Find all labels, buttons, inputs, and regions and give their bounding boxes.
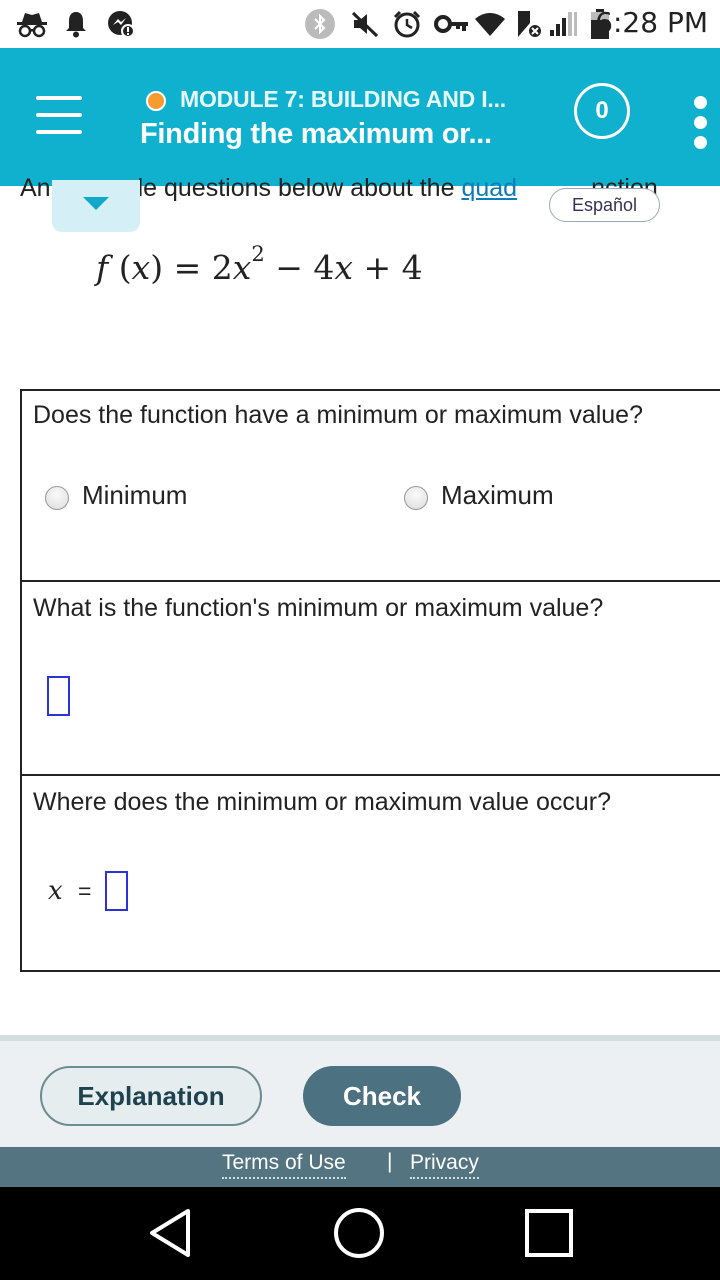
- question-1: Does the function have a minimum or maxi…: [33, 401, 643, 429]
- x-variable-label: x: [48, 876, 63, 906]
- alarm-icon: [392, 10, 422, 38]
- bluetooth-icon: [304, 9, 336, 39]
- home-circle-icon: [334, 1208, 384, 1258]
- menu-button[interactable]: [36, 96, 84, 136]
- app-header: MODULE 7: BUILDING AND I... Finding the …: [0, 48, 720, 186]
- question-3: Where does the minimum or maximum value …: [33, 788, 611, 816]
- minimum-label[interactable]: Minimum: [82, 480, 187, 511]
- page-title[interactable]: Finding the maximum or...: [140, 118, 492, 151]
- notification-bell-icon: [62, 10, 90, 38]
- recents-square-icon: [525, 1209, 573, 1257]
- equals-sign: =: [78, 878, 92, 904]
- legal-separator: |: [387, 1150, 393, 1173]
- status-bar: 6:28 PM: [0, 0, 720, 48]
- function-expression: f (x) = 2x2 − 4x + 4: [96, 242, 423, 287]
- home-button[interactable]: [331, 1205, 387, 1261]
- question-2: What is the function's minimum or maximu…: [33, 594, 604, 622]
- maximum-radio[interactable]: [404, 486, 428, 510]
- system-nav-bar: [0, 1187, 720, 1280]
- value-answer-input[interactable]: [47, 676, 70, 716]
- recents-button[interactable]: [521, 1205, 577, 1261]
- wifi-icon: [474, 10, 506, 38]
- espanol-button[interactable]: Español: [549, 188, 660, 222]
- module-title[interactable]: MODULE 7: BUILDING AND I...: [180, 86, 506, 113]
- mute-icon: [350, 10, 380, 38]
- incognito-icon: [16, 10, 48, 38]
- minimum-radio[interactable]: [45, 486, 69, 510]
- more-options-button[interactable]: [688, 96, 712, 152]
- score-button[interactable]: 0: [574, 83, 630, 139]
- collapse-header-button[interactable]: [52, 180, 140, 232]
- chevron-down-icon: [83, 197, 109, 210]
- messenger-icon: [106, 10, 136, 38]
- x-answer-input[interactable]: [105, 871, 128, 911]
- terms-of-use-link[interactable]: Terms of Use: [222, 1151, 346, 1179]
- legal-bar: Terms of Use | Privacy: [0, 1147, 720, 1187]
- cell-signal-icon: [548, 10, 578, 38]
- privacy-link[interactable]: Privacy: [410, 1151, 479, 1179]
- maximum-label[interactable]: Maximum: [441, 480, 554, 511]
- divider: [20, 580, 720, 582]
- back-triangle-icon: [150, 1209, 190, 1257]
- module-status-dot: [146, 91, 166, 111]
- back-button[interactable]: [144, 1205, 200, 1261]
- divider: [20, 774, 720, 776]
- vpn-key-icon: [434, 10, 470, 38]
- data-saver-icon: [516, 10, 544, 39]
- explanation-button[interactable]: Explanation: [40, 1066, 262, 1126]
- check-button[interactable]: Check: [303, 1066, 461, 1126]
- clock: 6:28 PM: [595, 6, 708, 39]
- more-icon: [694, 96, 707, 109]
- menu-icon: [36, 96, 82, 100]
- quadratic-function-link[interactable]: quad: [461, 174, 517, 202]
